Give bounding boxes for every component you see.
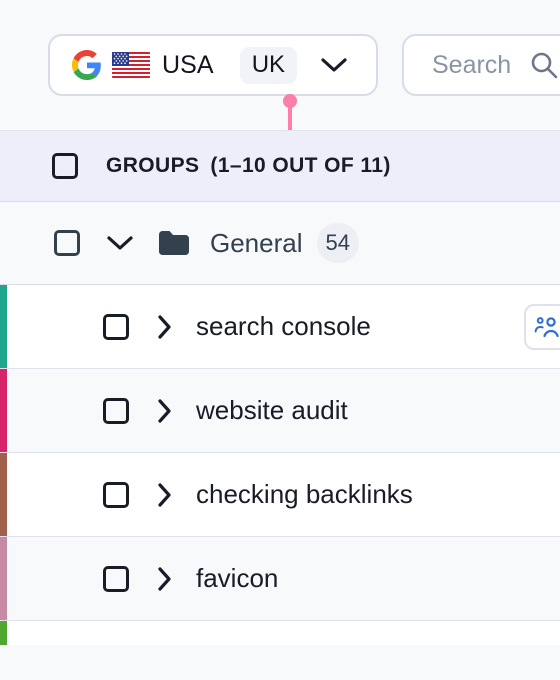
chevron-right-icon[interactable] xyxy=(129,398,172,424)
usa-flag-icon xyxy=(112,52,150,78)
keyword-label: favicon xyxy=(196,563,279,593)
group-folder-row[interactable]: General 54 xyxy=(0,202,560,285)
region-selector-pill[interactable]: UK xyxy=(239,46,298,84)
keyword-label: website audit xyxy=(196,395,348,425)
folder-name-label: General xyxy=(210,227,303,258)
table-row[interactable]: favicon xyxy=(0,537,560,621)
row-checkbox-wrap[interactable] xyxy=(103,565,129,592)
row-checkbox-wrap[interactable] xyxy=(103,481,129,508)
table-row[interactable]: checking backlinks xyxy=(0,453,560,537)
table-row[interactable]: website audit xyxy=(0,369,560,453)
search-field[interactable]: Search xyxy=(402,34,560,96)
select-all-groups-checkbox[interactable] xyxy=(52,153,78,179)
keyword-label: search console xyxy=(196,311,371,341)
keyword-list: search console website audit checking back… xyxy=(0,285,560,645)
chevron-down-icon[interactable] xyxy=(80,234,134,252)
search-engine-selector[interactable]: USA UK xyxy=(48,34,378,96)
row-accent-bar xyxy=(0,285,7,368)
chevron-right-icon[interactable] xyxy=(129,482,172,508)
table-row[interactable]: search console xyxy=(0,285,560,369)
row-accent-bar xyxy=(0,453,7,536)
search-icon[interactable] xyxy=(529,50,559,80)
row-accent-bar xyxy=(0,369,7,452)
folder-checkbox[interactable] xyxy=(54,230,80,256)
groups-pagination-count: (1–10 OUT OF 11) xyxy=(210,154,391,177)
chevron-right-icon[interactable] xyxy=(129,566,172,592)
people-group-icon[interactable] xyxy=(524,303,560,350)
row-checkbox-wrap[interactable] xyxy=(103,313,129,340)
search-input[interactable]: Search xyxy=(432,51,511,80)
folder-count-badge: 54 xyxy=(316,223,359,263)
row-accent-bar xyxy=(0,621,7,645)
row-checkbox-wrap[interactable] xyxy=(103,397,129,424)
row-checkbox[interactable] xyxy=(103,397,129,424)
table-row[interactable] xyxy=(0,621,560,645)
row-accent-bar xyxy=(0,537,7,620)
groups-header-row: GROUPS (1–10 OUT OF 11) xyxy=(0,130,560,202)
folder-icon xyxy=(134,230,190,256)
row-checkbox[interactable] xyxy=(103,313,129,340)
country-label: USA xyxy=(162,50,214,79)
chevron-down-icon[interactable] xyxy=(307,57,347,73)
groups-title: GROUPS xyxy=(106,154,200,177)
keyword-label: checking backlinks xyxy=(196,479,413,509)
google-logo-icon xyxy=(72,50,102,80)
row-checkbox[interactable] xyxy=(103,481,129,508)
row-checkbox[interactable] xyxy=(103,565,129,592)
chevron-right-icon[interactable] xyxy=(129,314,172,340)
marker-anchor-dot xyxy=(283,94,297,108)
top-toolbar: USA UK Search 1 xyxy=(0,0,560,190)
